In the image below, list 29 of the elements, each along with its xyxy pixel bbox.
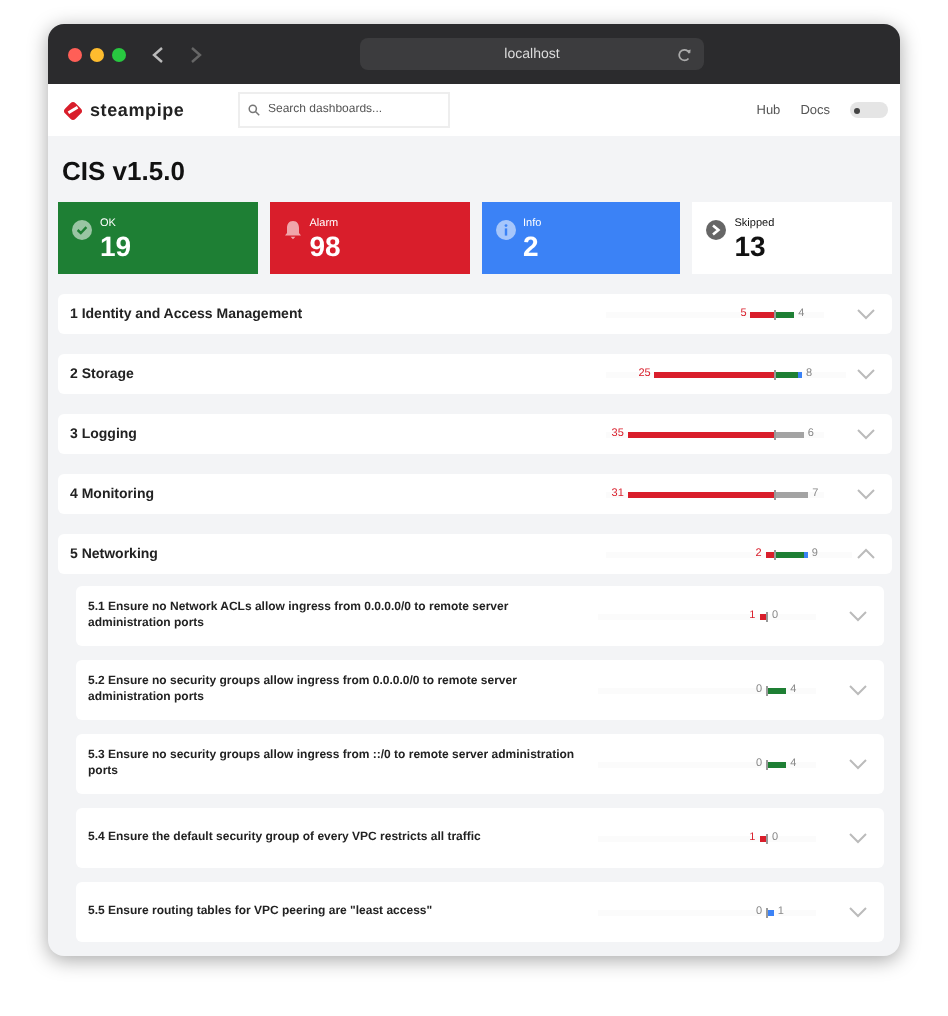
skip-icon [706, 220, 727, 240]
minimize-icon[interactable] [90, 47, 104, 61]
reload-icon[interactable] [678, 47, 692, 61]
maximize-icon[interactable] [112, 47, 126, 61]
chevron-down-icon[interactable] [856, 308, 876, 320]
search-icon [248, 104, 260, 116]
logo-icon[interactable] [62, 99, 84, 121]
chevron-down-icon[interactable] [856, 488, 876, 500]
bell-icon [283, 220, 302, 240]
chevron-down-icon[interactable] [856, 428, 876, 440]
check-circle-icon [72, 220, 92, 240]
logo-text[interactable]: steampipe [90, 100, 185, 120]
theme-toggle[interactable] [850, 102, 888, 118]
chevron-down-icon[interactable] [848, 610, 868, 622]
forward-icon[interactable] [190, 45, 202, 63]
info-icon [495, 220, 515, 240]
chevron-down-icon[interactable] [848, 832, 868, 844]
card-value: 98 [309, 232, 341, 262]
card-value: 13 [734, 232, 768, 262]
close-icon[interactable] [68, 47, 82, 61]
card-value: 19 [100, 232, 132, 262]
chevron-down-icon[interactable] [848, 758, 868, 770]
chevron-down-icon[interactable] [848, 684, 868, 696]
page-title: CIS v1.5.0 [62, 156, 187, 186]
chevron-down-icon[interactable] [848, 906, 868, 918]
back-icon[interactable] [152, 45, 164, 63]
card-value: 2 [523, 232, 541, 262]
chevron-up-icon[interactable] [856, 548, 876, 560]
chevron-down-icon[interactable] [856, 368, 876, 380]
